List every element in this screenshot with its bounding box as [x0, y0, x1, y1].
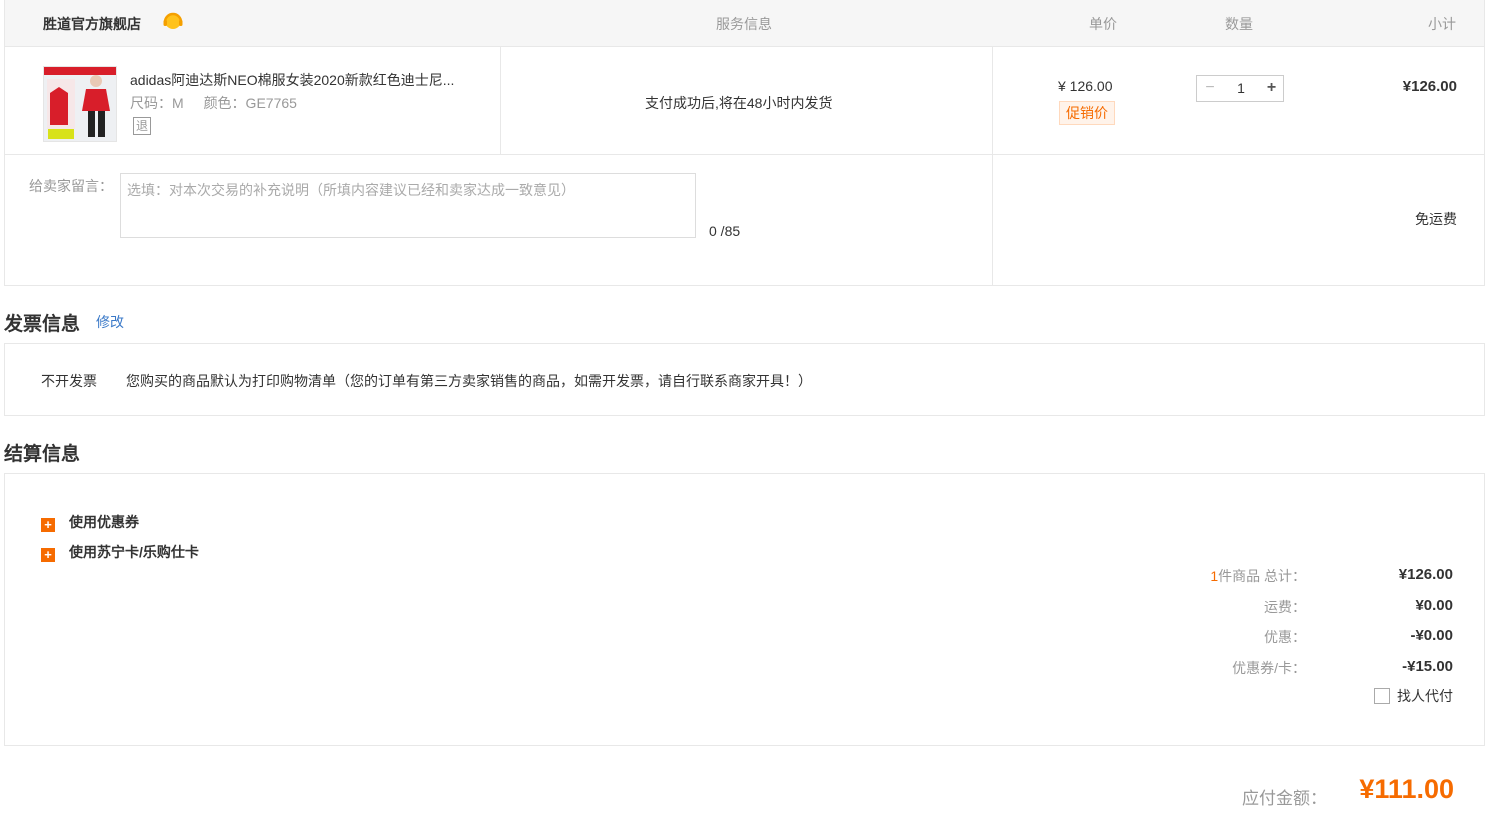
col-qty-header: 数量	[1225, 16, 1253, 32]
customer-service-icon[interactable]	[162, 10, 184, 32]
shipping-fee: 免运费	[1415, 211, 1457, 227]
product-title-link[interactable]: adidas阿迪达斯NEO棉服女装2020新款红色迪士尼...	[130, 70, 485, 90]
return-policy-icon[interactable]: 退	[133, 117, 151, 135]
shop-name[interactable]: 胜道官方旗舰店	[43, 14, 141, 34]
col-subtotal-header: 小计	[1428, 16, 1456, 32]
item-row: adidas阿迪达斯NEO棉服女装2020新款红色迪士尼... 尺码：M 颜色：…	[5, 47, 1484, 285]
divider	[500, 47, 501, 155]
item-count: 1	[1210, 568, 1219, 584]
settlement-section-title: 结算信息	[4, 444, 81, 465]
qty-input[interactable]: 1	[1223, 76, 1259, 101]
sku-color: 颜色：GE7765	[203, 95, 297, 111]
invoice-section-title: 发票信息	[4, 314, 81, 335]
message-row: 给卖家留言： 0 /85 免运费	[5, 155, 1484, 285]
seller-message-input[interactable]	[120, 173, 696, 238]
discount-value: -¥0.00	[1410, 627, 1453, 644]
proxy-pay-checkbox[interactable]	[1374, 688, 1390, 704]
unit-price: ¥ 126.00	[1058, 78, 1113, 94]
col-service-header: 服务信息	[716, 16, 772, 32]
message-label: 给卖家留言：	[29, 178, 113, 194]
quantity-stepper: − 1 +	[1196, 75, 1284, 102]
order-box: 胜道官方旗舰店 服务信息 单价 数量 小计 adidas阿迪达斯NEO棉服女装2…	[4, 0, 1485, 286]
expand-plus-icon: +	[41, 548, 55, 562]
use-coupon-option[interactable]: + 使用优惠券	[41, 512, 139, 532]
proxy-pay-label: 找人代付	[1397, 688, 1453, 704]
invoice-box: 不开发票 您购买的商品默认为打印购物清单（您的订单有第三方卖家销售的商品，如需开…	[4, 343, 1485, 416]
use-card-option[interactable]: + 使用苏宁卡/乐购仕卡	[41, 542, 199, 562]
promo-price-badge: 促销价	[1059, 101, 1115, 125]
freight-value: ¥0.00	[1415, 597, 1453, 614]
item-count-total-label: 1件商品 总计：	[1210, 568, 1306, 584]
proxy-pay-option[interactable]: 找人代付	[1374, 686, 1453, 706]
settlement-box: + 使用优惠券 + 使用苏宁卡/乐购仕卡 1件商品 总计： ¥126.00 运费： …	[4, 473, 1485, 746]
product-thumbnail[interactable]	[43, 66, 117, 142]
message-char-count: 0 /85	[709, 223, 741, 239]
delivery-service-text: 支付成功后,将在48小时内发货	[645, 95, 833, 111]
coupon-card-value: -¥15.00	[1402, 658, 1453, 675]
payable-amount: ¥111.00	[1359, 774, 1454, 804]
product-sku: 尺码：M 颜色：GE7765	[130, 93, 313, 113]
expand-plus-icon: +	[41, 518, 55, 532]
goods-total-value: ¥126.00	[1398, 566, 1453, 583]
col-price-header: 单价	[1089, 16, 1117, 32]
qty-plus-button[interactable]: +	[1259, 76, 1284, 101]
payable-label: 应付金额：	[1242, 789, 1327, 808]
item-subtotal: ¥126.00	[1402, 78, 1457, 95]
invoice-description: 您购买的商品默认为打印购物清单（您的订单有第三方卖家销售的商品，如需开发票，请自…	[126, 373, 812, 389]
invoice-type: 不开发票	[41, 373, 97, 389]
invoice-edit-link[interactable]: 修改	[96, 312, 124, 332]
order-header: 胜道官方旗舰店 服务信息 单价 数量 小计	[5, 0, 1484, 47]
use-card-label: 使用苏宁卡/乐购仕卡	[69, 544, 199, 560]
qty-minus-button[interactable]: −	[1197, 76, 1223, 101]
freight-label: 运费：	[1264, 599, 1306, 615]
use-coupon-label: 使用优惠券	[69, 514, 139, 530]
discount-label: 优惠：	[1264, 629, 1306, 645]
coupon-card-label: 优惠券/卡：	[1232, 660, 1306, 676]
sku-size: 尺码：M	[130, 95, 184, 111]
